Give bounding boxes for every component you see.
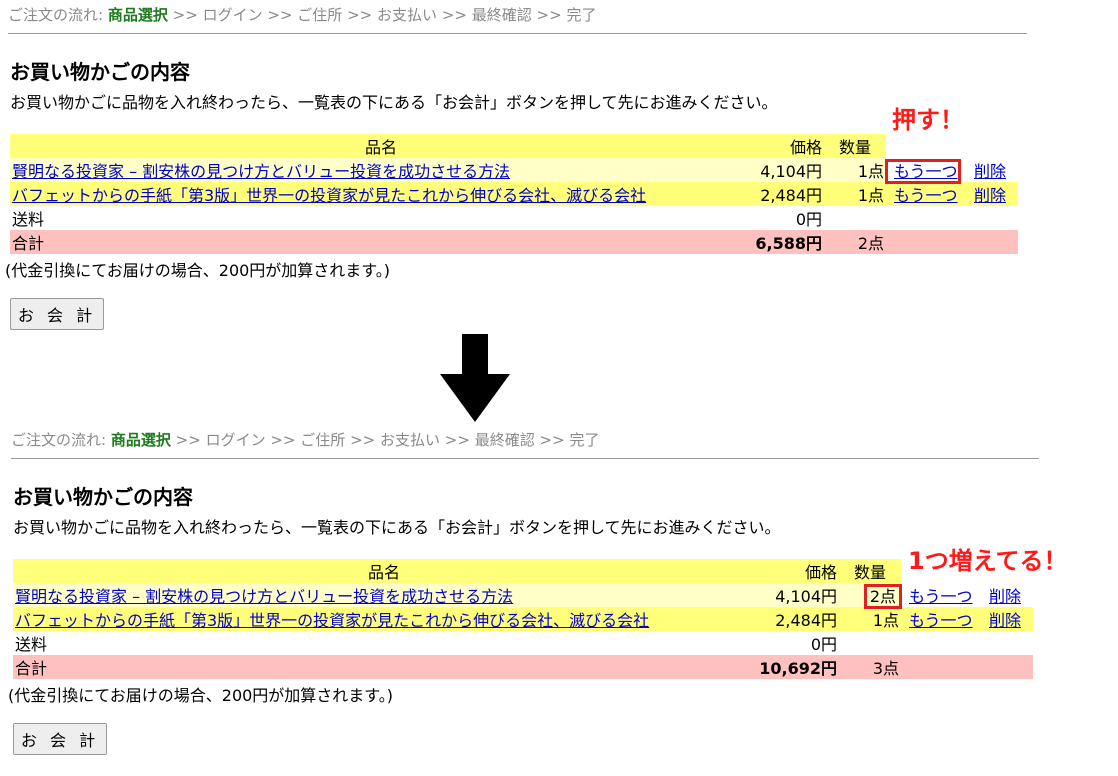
arrow-down-icon bbox=[440, 334, 510, 422]
press-annotation: 押す！ bbox=[892, 106, 964, 134]
breadcrumb-step-address: ご住所 bbox=[297, 6, 343, 24]
column-header-name: 品名 bbox=[10, 134, 752, 158]
shipping-price: 0円 bbox=[755, 631, 839, 655]
breadcrumb-step-complete: 完了 bbox=[569, 431, 600, 449]
product-link[interactable]: バフェットからの手紙「第3版」世界一の投資家が見たこれから伸びる会社、滅びる会社 bbox=[12, 186, 646, 205]
table-row: バフェットからの手紙「第3版」世界一の投資家が見たこれから伸びる会社、滅びる会社… bbox=[13, 607, 1033, 631]
shipping-price: 0円 bbox=[752, 206, 824, 230]
product-link[interactable]: 賢明なる投資家 – 割安株の見つけ方とバリュー投資を成功させる方法 bbox=[15, 587, 513, 606]
item-quantity: 2点 bbox=[863, 584, 903, 609]
breadcrumb-step-login: ログイン bbox=[202, 6, 263, 24]
breadcrumb-step-address: ご住所 bbox=[300, 431, 346, 449]
column-header-qty: 数量 bbox=[839, 559, 901, 583]
total-price: 6,588円 bbox=[752, 230, 824, 254]
shipping-label: 送料 bbox=[13, 631, 755, 655]
breadcrumb-step-payment: お支払い bbox=[380, 431, 441, 449]
product-link[interactable]: バフェットからの手紙「第3版」世界一の投資家が見たこれから伸びる会社、滅びる会社 bbox=[15, 611, 649, 630]
column-header-price: 価格 bbox=[752, 134, 824, 158]
total-quantity: 3点 bbox=[839, 655, 901, 679]
breadcrumb-prefix: ご注文の流れ: bbox=[11, 431, 107, 449]
one-more-button[interactable]: もう一つ bbox=[903, 587, 973, 606]
item-quantity: 1点 bbox=[824, 158, 886, 182]
delete-button[interactable]: 削除 bbox=[968, 186, 1006, 205]
cart-header-row: 品名 価格 数量 bbox=[10, 134, 1018, 158]
breadcrumb-current-step: 商品選択 bbox=[110, 431, 171, 449]
product-link[interactable]: 賢明なる投資家 – 割安株の見つけ方とバリュー投資を成功させる方法 bbox=[12, 162, 510, 181]
cart-after-panel: ご注文の流れ: 商品選択 >> ログイン >> ご住所 >> お支払い >> 最… bbox=[3, 425, 1118, 776]
column-header-qty: 数量 bbox=[824, 134, 886, 158]
one-more-button[interactable]: もう一つ bbox=[903, 611, 973, 630]
cart-before-panel: ご注文の流れ: 商品選択 >> ログイン >> ご住所 >> お支払い >> 最… bbox=[0, 0, 1118, 340]
total-label: 合計 bbox=[13, 655, 755, 679]
table-row: 賢明なる投資家 – 割安株の見つけ方とバリュー投資を成功させる方法 4,104円… bbox=[13, 583, 1033, 609]
breadcrumb-current-step: 商品選択 bbox=[107, 6, 168, 24]
one-more-button[interactable]: もう一つ bbox=[888, 186, 958, 205]
breadcrumb-step-confirm: 最終確認 bbox=[471, 6, 532, 24]
breadcrumb-step-complete: 完了 bbox=[566, 6, 597, 24]
cart-table: 品名 価格 数量 賢明なる投資家 – 割安株の見つけ方とバリュー投資を成功させる… bbox=[13, 559, 1033, 679]
cart-title: お買い物かごの内容 bbox=[13, 485, 193, 509]
cod-note: (代金引換にてお届けの場合、200円が加算されます。) bbox=[5, 261, 390, 280]
item-price: 4,104円 bbox=[755, 583, 839, 607]
order-flow-breadcrumb: ご注文の流れ: 商品選択 >> ログイン >> ご住所 >> お支払い >> 最… bbox=[8, 6, 597, 24]
checkout-button[interactable]: お 会 計 bbox=[10, 298, 104, 330]
cart-instructions: お買い物かごに品物を入れ終わったら、一覧表の下にある「お会計」ボタンを押して先に… bbox=[10, 93, 778, 112]
item-price: 2,484円 bbox=[755, 607, 839, 631]
increased-annotation: 1つ増えてる！ bbox=[908, 547, 1068, 575]
cart-header-row: 品名 価格 数量 bbox=[13, 559, 1033, 583]
total-quantity: 2点 bbox=[824, 230, 886, 254]
breadcrumb-step-payment: お支払い bbox=[377, 6, 438, 24]
total-price: 10,692円 bbox=[755, 655, 839, 679]
item-price: 2,484円 bbox=[752, 182, 824, 206]
delete-button[interactable]: 削除 bbox=[968, 162, 1006, 181]
divider bbox=[8, 33, 1027, 34]
one-more-button[interactable]: もう一つ bbox=[885, 159, 961, 184]
shipping-row: 送料 0円 bbox=[10, 206, 1018, 230]
checkout-button[interactable]: お 会 計 bbox=[13, 723, 107, 755]
item-price: 4,104円 bbox=[752, 158, 824, 182]
cod-note: (代金引換にてお届けの場合、200円が加算されます。) bbox=[8, 686, 393, 705]
order-flow-breadcrumb: ご注文の流れ: 商品選択 >> ログイン >> ご住所 >> お支払い >> 最… bbox=[11, 431, 600, 449]
table-row: バフェットからの手紙「第3版」世界一の投資家が見たこれから伸びる会社、滅びる会社… bbox=[10, 182, 1018, 206]
table-row: 賢明なる投資家 – 割安株の見つけ方とバリュー投資を成功させる方法 4,104円… bbox=[10, 158, 1018, 184]
breadcrumb-step-login: ログイン bbox=[205, 431, 266, 449]
shipping-label: 送料 bbox=[10, 206, 752, 230]
breadcrumb-prefix: ご注文の流れ: bbox=[8, 6, 104, 24]
cart-table: 品名 価格 数量 賢明なる投資家 – 割安株の見つけ方とバリュー投資を成功させる… bbox=[10, 134, 1018, 254]
column-header-price: 価格 bbox=[755, 559, 839, 583]
cart-instructions: お買い物かごに品物を入れ終わったら、一覧表の下にある「お会計」ボタンを押して先に… bbox=[13, 518, 781, 537]
item-quantity: 1点 bbox=[824, 182, 886, 206]
divider bbox=[11, 458, 1039, 459]
total-row: 合計 10,692円 3点 bbox=[13, 655, 1033, 679]
delete-button[interactable]: 削除 bbox=[983, 587, 1021, 606]
total-label: 合計 bbox=[10, 230, 752, 254]
total-row: 合計 6,588円 2点 bbox=[10, 230, 1018, 254]
delete-button[interactable]: 削除 bbox=[983, 611, 1021, 630]
shipping-row: 送料 0円 bbox=[13, 631, 1033, 655]
cart-title: お買い物かごの内容 bbox=[10, 60, 190, 84]
breadcrumb-step-confirm: 最終確認 bbox=[474, 431, 535, 449]
column-header-name: 品名 bbox=[13, 559, 755, 583]
item-quantity: 1点 bbox=[839, 607, 901, 631]
